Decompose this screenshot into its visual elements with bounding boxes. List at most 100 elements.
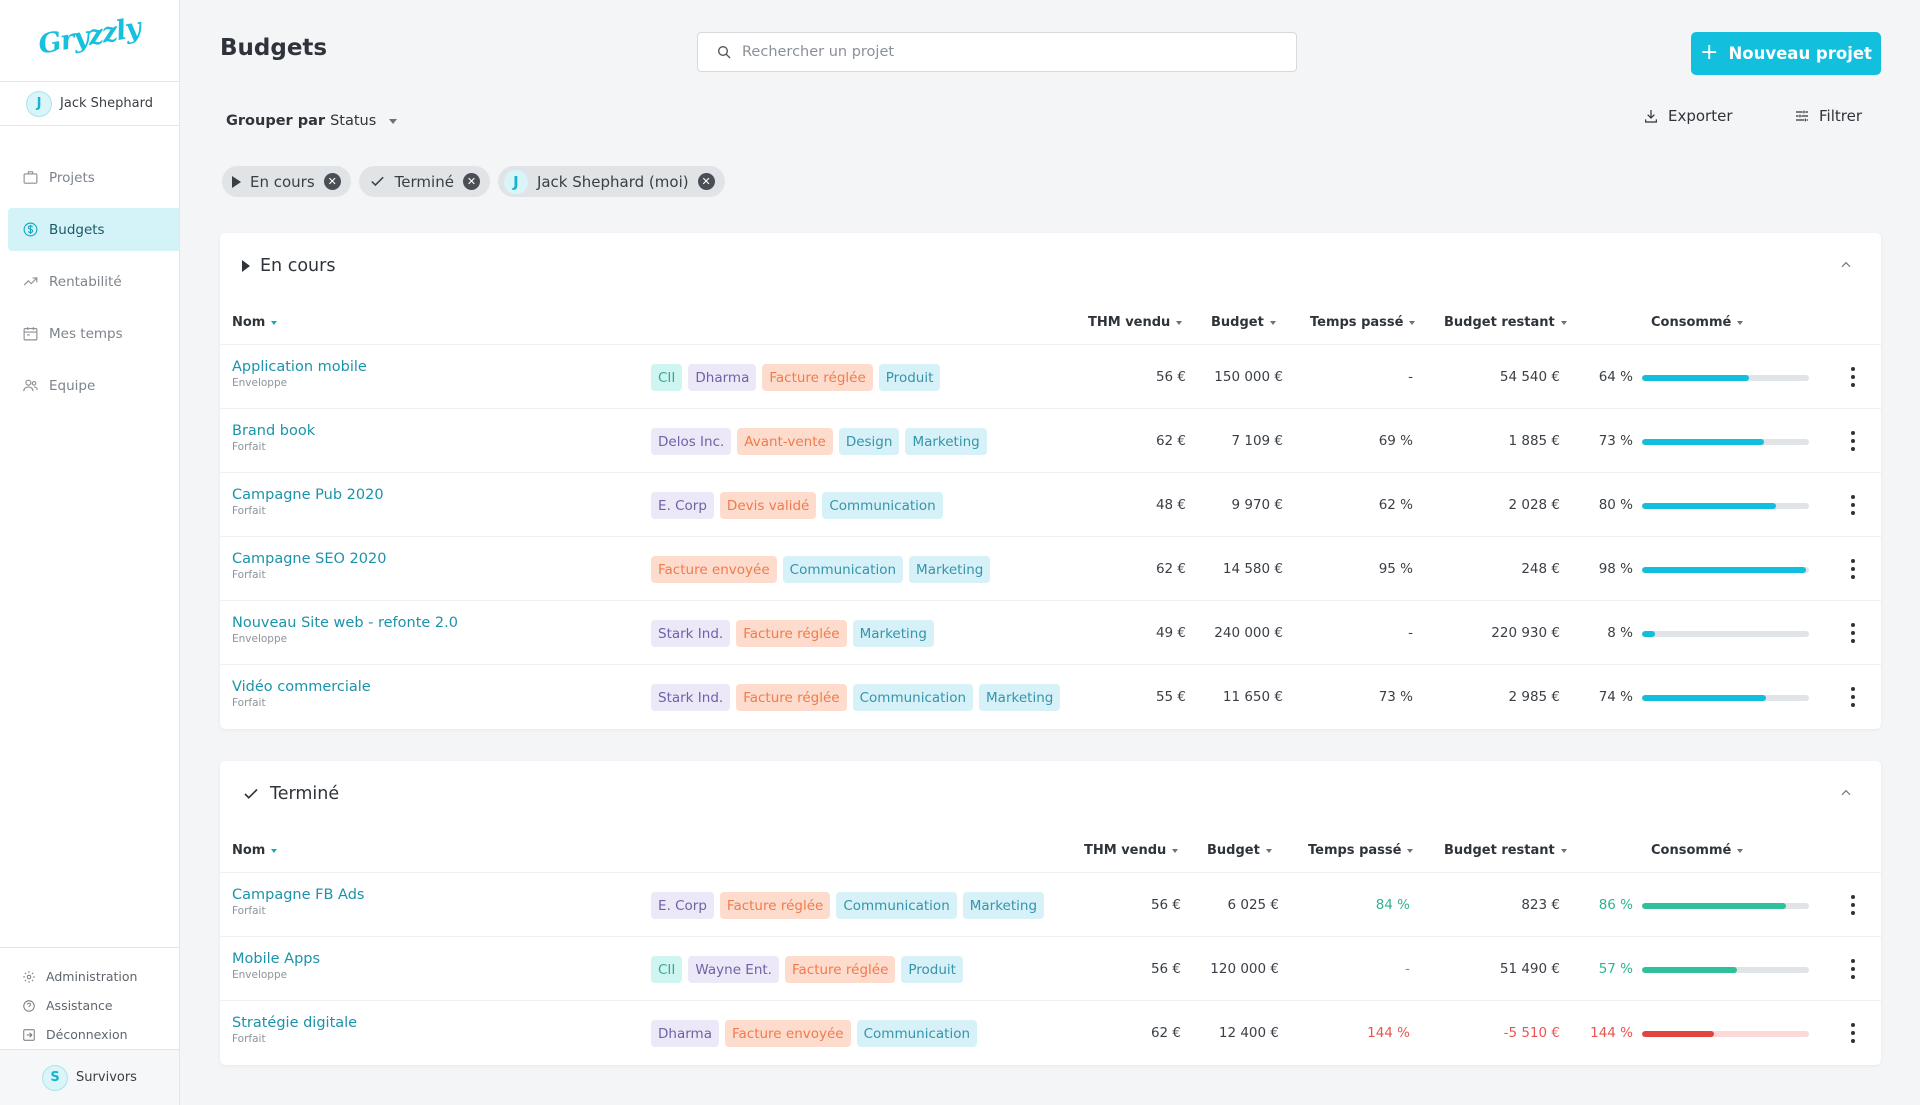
nav-item-mes-temps[interactable]: Mes temps: [8, 312, 179, 355]
table-row: Nouveau Site web - refonte 2.0 Enveloppe S…: [220, 601, 1881, 665]
column-header-name[interactable]: Nom: [232, 843, 278, 858]
search-input[interactable]: [742, 44, 1262, 60]
sort-down-icon: [1407, 848, 1414, 853]
tag: Design: [838, 428, 900, 455]
column-header-thm[interactable]: THM vendu: [1088, 315, 1183, 330]
help-icon: [23, 999, 35, 1012]
project-name-link[interactable]: Application mobile: [232, 359, 367, 375]
project-type: Forfait: [232, 905, 266, 917]
play-icon: [232, 175, 241, 188]
nav-item-label: Equipe: [49, 377, 96, 394]
more-options-icon[interactable]: [1850, 495, 1856, 515]
group-by-dropdown[interactable]: Grouper par Status: [226, 113, 398, 129]
assistance-link[interactable]: Assistance: [0, 991, 179, 1020]
tag-list: Stark Ind. Facture réglée Communication Mar…: [651, 684, 1061, 711]
tag-list: E. Corp Facture réglée Communication Market…: [651, 892, 1045, 919]
more-options-icon[interactable]: [1850, 1023, 1856, 1043]
search-icon: [718, 46, 731, 59]
org-name: Survivors: [76, 1070, 137, 1085]
more-options-icon[interactable]: [1850, 367, 1856, 387]
logo[interactable]: Gryzzly: [0, 0, 179, 82]
new-project-label: Nouveau projet: [1728, 44, 1872, 63]
tag: Facture réglée: [762, 364, 873, 391]
nav-item-equipe[interactable]: Equipe: [8, 364, 179, 407]
nav-item-rentabilite[interactable]: Rentabilité: [8, 260, 179, 303]
logout-link[interactable]: Déconnexion: [0, 1020, 179, 1049]
sort-down-icon: [1737, 848, 1744, 853]
filter-button[interactable]: Filtrer: [1794, 107, 1862, 125]
close-icon[interactable]: ✕: [697, 173, 715, 190]
tag-list: Dharma Facture envoyée Communication: [651, 1020, 978, 1047]
chevron-up-icon: [1841, 261, 1851, 268]
more-options-icon[interactable]: [1850, 895, 1856, 915]
column-header-time[interactable]: Temps passé: [1308, 843, 1414, 858]
consumed-percent: 73 %: [1598, 433, 1633, 449]
export-button[interactable]: Exporter: [1643, 107, 1733, 125]
chevron-down-icon: [389, 118, 398, 124]
close-icon[interactable]: ✕: [323, 173, 341, 190]
nav-item-budgets[interactable]: Budgets: [8, 208, 179, 251]
thm-value: 62 €: [1150, 1025, 1181, 1041]
tag-list: CII Dharma Facture réglée Produit: [651, 364, 941, 391]
download-icon: [1645, 110, 1657, 123]
remaining-budget-value: 2 985 €: [1508, 689, 1560, 705]
project-name-link[interactable]: Mobile Apps: [232, 951, 320, 967]
nav-item-projets[interactable]: Projets: [8, 156, 179, 199]
more-options-icon[interactable]: [1850, 623, 1856, 643]
project-name-link[interactable]: Stratégie digitale: [232, 1015, 357, 1031]
column-label: Budget restant: [1444, 315, 1555, 330]
sidebar-footer-links: Administration Assistance Déconnexion: [0, 947, 179, 1049]
project-name-cell: Mobile Apps Enveloppe: [232, 951, 320, 981]
tag: Facture réglée: [719, 892, 831, 919]
column-label: Budget: [1211, 315, 1264, 330]
tag: Marketing: [909, 556, 991, 583]
time-spent-value: 84 %: [1375, 897, 1410, 913]
table-row: Campagne FB Ads Forfait E. Corp Facture rég…: [220, 873, 1881, 937]
column-header-time[interactable]: Temps passé: [1310, 315, 1416, 330]
project-name-link[interactable]: Nouveau Site web - refonte 2.0: [232, 615, 458, 631]
remaining-budget-value: 51 490 €: [1499, 961, 1560, 977]
collapse-button[interactable]: [1839, 257, 1853, 271]
budget-value: 7 109 €: [1231, 433, 1283, 449]
column-header-consumed[interactable]: Consommé: [1651, 315, 1744, 330]
collapse-button[interactable]: [1839, 785, 1853, 799]
project-name-link[interactable]: Vidéo commerciale: [232, 679, 371, 695]
progress-fill: [1642, 1031, 1714, 1037]
chip-label: Terminé: [394, 172, 454, 191]
project-name-link[interactable]: Campagne FB Ads: [232, 887, 364, 903]
column-header-remaining[interactable]: Budget restant: [1444, 315, 1567, 330]
time-spent-value: -: [1405, 961, 1410, 977]
column-header-consumed[interactable]: Consommé: [1651, 843, 1744, 858]
tag-list: Delos Inc. Avant-vente Design Marketing: [651, 428, 987, 455]
column-header-name[interactable]: Nom: [232, 315, 278, 330]
column-header-budget[interactable]: Budget: [1207, 843, 1272, 858]
administration-link[interactable]: Administration: [0, 962, 179, 991]
remaining-budget-value: 248 €: [1521, 561, 1560, 577]
tag: Marketing: [852, 620, 934, 647]
more-options-icon[interactable]: [1850, 431, 1856, 451]
progress-bar: [1642, 967, 1809, 973]
sort-down-icon: [271, 848, 278, 853]
project-name-cell: Brand book Forfait: [232, 423, 315, 453]
column-header-remaining[interactable]: Budget restant: [1444, 843, 1567, 858]
logo-text: Gryzzly: [36, 12, 143, 61]
project-name-link[interactable]: Campagne Pub 2020: [232, 487, 384, 503]
column-label: Budget restant: [1444, 843, 1555, 858]
time-spent-value: 69 %: [1378, 433, 1413, 449]
more-options-icon[interactable]: [1850, 559, 1856, 579]
project-type: Forfait: [232, 569, 266, 581]
project-name-link[interactable]: Campagne SEO 2020: [232, 551, 386, 567]
column-header-budget[interactable]: Budget: [1211, 315, 1276, 330]
column-header-thm[interactable]: THM vendu: [1084, 843, 1179, 858]
current-user[interactable]: J Jack Shephard: [0, 82, 179, 126]
more-options-icon[interactable]: [1850, 959, 1856, 979]
table-header: Nom THM vendu Budget Temps passé Budget …: [220, 827, 1881, 873]
budget-value: 240 000 €: [1214, 625, 1283, 641]
table-body: Campagne FB Ads Forfait E. Corp Facture rég…: [220, 873, 1881, 1065]
new-project-button[interactable]: + Nouveau projet: [1691, 32, 1881, 75]
project-name-link[interactable]: Brand book: [232, 423, 315, 439]
more-options-icon[interactable]: [1850, 687, 1856, 707]
consumed-percent: 64 %: [1598, 369, 1633, 385]
organization-switcher[interactable]: S Survivors: [0, 1049, 179, 1105]
close-icon[interactable]: ✕: [462, 173, 480, 190]
